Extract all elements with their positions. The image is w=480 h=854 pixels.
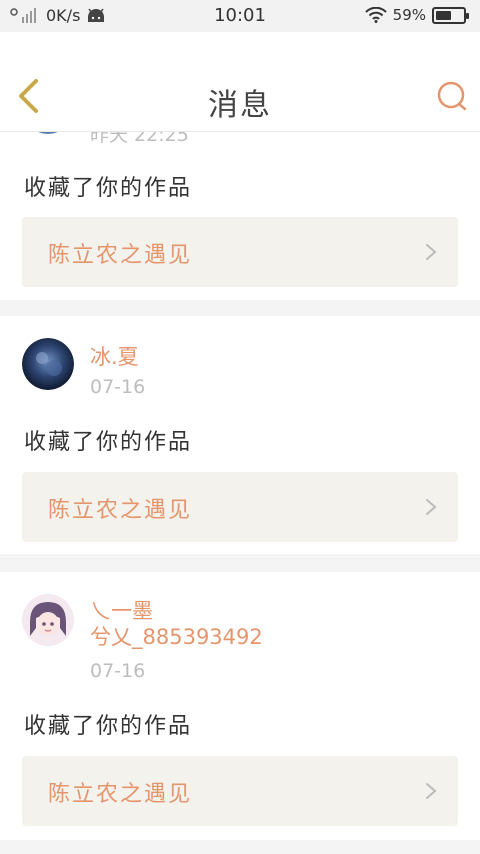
timestamp: 07-16 [90, 376, 146, 398]
work-link[interactable]: 陈立农之遇见 [22, 472, 458, 542]
action-text: 收藏了你的作品 [24, 714, 193, 739]
username[interactable]: 乀一墨 兮乂_885393492 [90, 598, 263, 650]
battery-icon [432, 6, 469, 24]
avatar[interactable] [22, 594, 74, 646]
notification-list[interactable]: 昨天 22:25 收藏了你的作品 陈立农之遇见 冰.夏 07-16 收藏了你的作… [0, 132, 480, 854]
notification-card: 乀一墨 兮乂_885393492 07-16 收藏了你的作品 陈立农之遇见 [0, 572, 480, 840]
notification-card: 昨天 22:25 收藏了你的作品 陈立农之遇见 [0, 132, 480, 300]
status-right: 59% [364, 6, 469, 24]
chevron-right-icon [426, 244, 437, 260]
avatar[interactable] [22, 338, 74, 390]
chevron-right-icon [426, 783, 437, 799]
app-header: 消息 [0, 32, 480, 132]
status-bar: 0K/s 10:01 59% [0, 0, 480, 32]
battery-level [436, 10, 451, 20]
notification-card: 冰.夏 07-16 收藏了你的作品 陈立农之遇见 [0, 316, 480, 554]
timestamp: 07-16 [90, 660, 146, 682]
page-title: 消息 [208, 88, 272, 123]
username-line2: 兮乂_885393492 [90, 625, 263, 649]
work-title: 陈立农之遇见 [48, 243, 193, 268]
work-title: 陈立农之遇见 [48, 498, 193, 523]
wifi-icon [364, 7, 387, 23]
battery-percent: 59% [392, 6, 426, 24]
username[interactable]: 冰.夏 [90, 344, 139, 370]
action-text: 收藏了你的作品 [24, 176, 193, 201]
username-line1: 乀一墨 [90, 599, 153, 623]
search-icon [437, 81, 467, 111]
avatar[interactable] [22, 132, 74, 134]
chevron-right-icon [426, 499, 437, 515]
work-link[interactable]: 陈立农之遇见 [22, 756, 458, 826]
action-text: 收藏了你的作品 [24, 430, 193, 455]
work-title: 陈立农之遇见 [48, 782, 193, 807]
search-button[interactable] [436, 80, 468, 112]
work-link[interactable]: 陈立农之遇见 [22, 217, 458, 287]
timestamp: 昨天 22:25 [90, 132, 189, 146]
